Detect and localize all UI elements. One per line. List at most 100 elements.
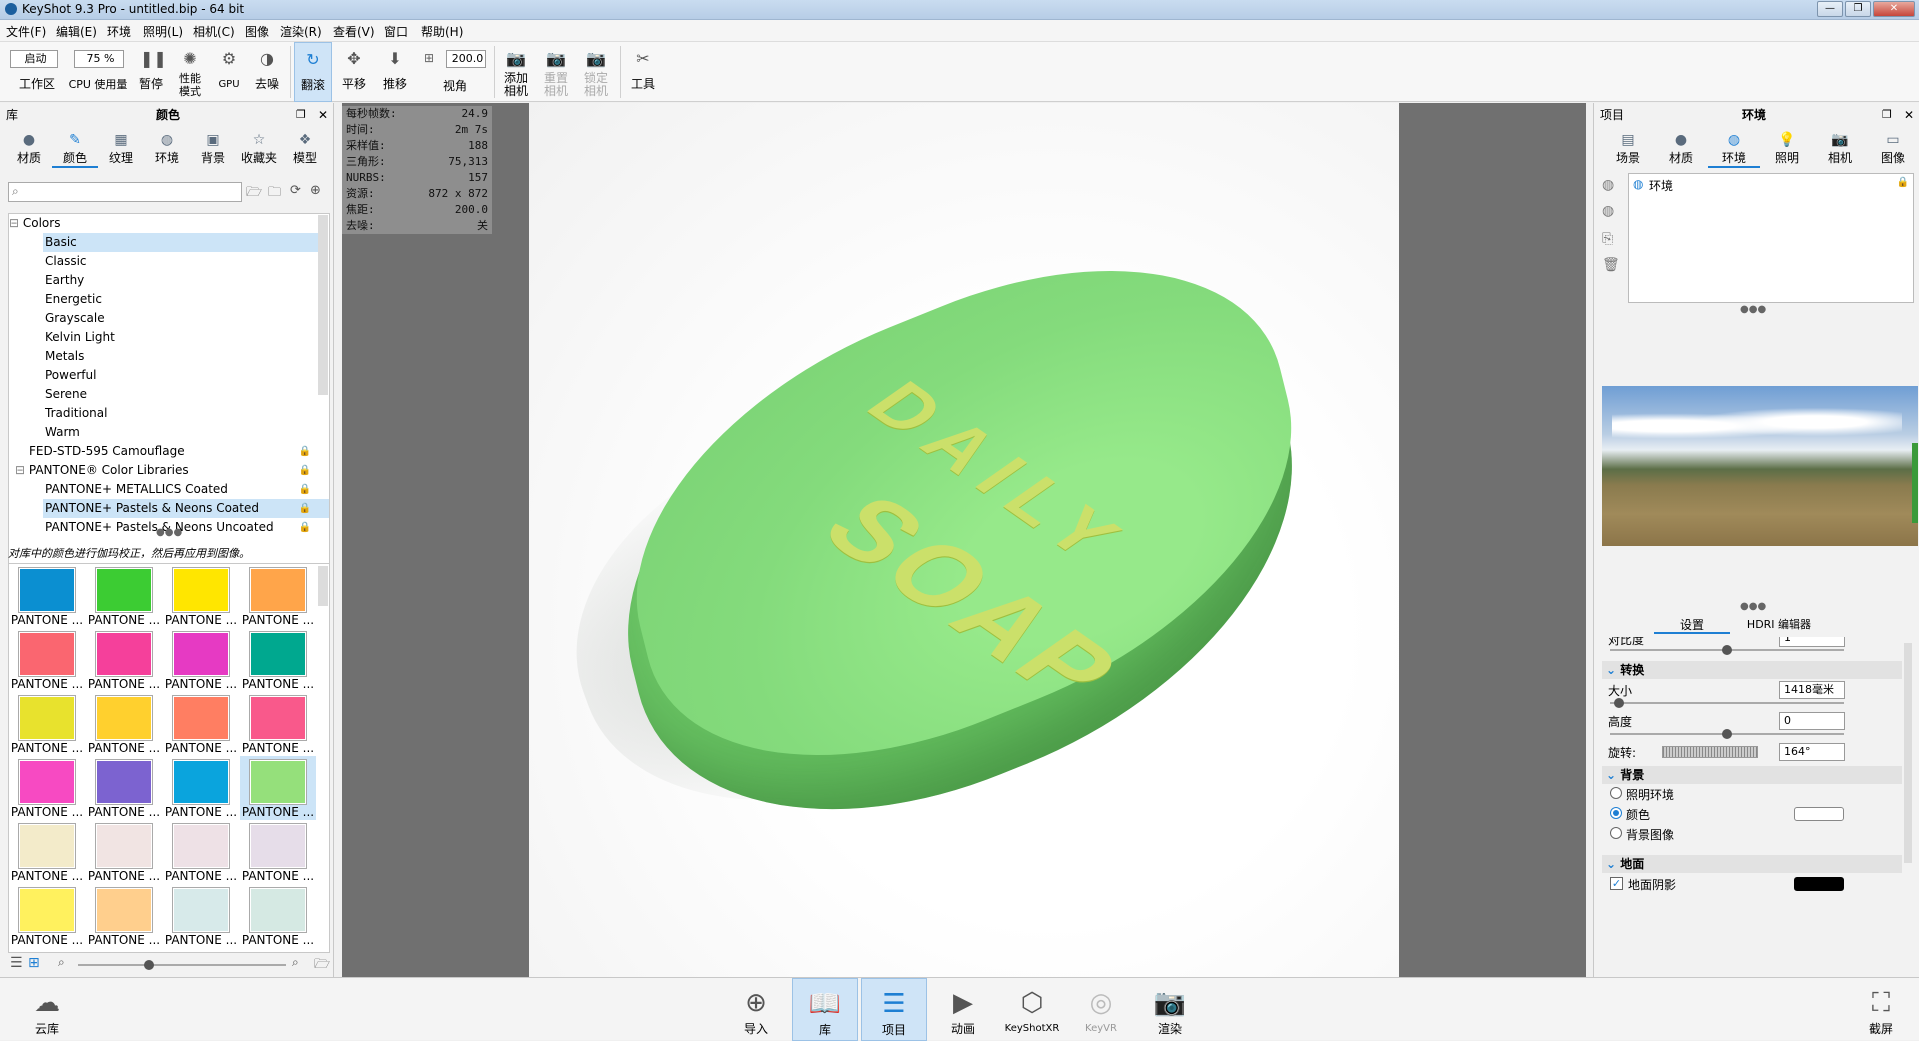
tab-scene[interactable]: ▤ 场景	[1602, 131, 1654, 166]
menu-edit[interactable]: 编辑(E)	[56, 23, 97, 40]
workspace-select[interactable]: 启动	[10, 50, 58, 68]
open-folder-icon[interactable]: 🗁	[246, 183, 262, 205]
ground-shadow-color[interactable]	[1794, 877, 1844, 891]
ground-section[interactable]: ⌄ 地面	[1602, 855, 1902, 873]
tab-camera[interactable]: 📷 相机	[1814, 131, 1866, 166]
tree-item-pantone-pastels-uncoated[interactable]: PANTONE+ Pastels & Neons Uncoated 🔒	[45, 518, 329, 537]
menu-camera[interactable]: 相机(C)	[193, 23, 235, 40]
tree-item-powerful[interactable]: Powerful	[45, 366, 96, 385]
thumbnail-size-slider[interactable]	[78, 964, 286, 966]
background-section[interactable]: ⌄ 背景	[1602, 766, 1902, 784]
splitter-handle[interactable]: ●●●	[1740, 304, 1766, 315]
color-swatch[interactable]	[250, 824, 306, 868]
color-swatch[interactable]	[19, 760, 75, 804]
color-swatch[interactable]	[173, 568, 229, 612]
tree-item-classic[interactable]: Classic	[45, 252, 87, 271]
undock-icon[interactable]: ❐	[296, 106, 306, 124]
tree-item-traditional[interactable]: Traditional	[45, 404, 107, 423]
performance-mode-button[interactable]: ✺ 性能 模式	[172, 42, 208, 102]
add-folder-icon[interactable]: 🗀	[268, 183, 281, 205]
color-swatch[interactable]	[96, 760, 152, 804]
menu-render[interactable]: 渲染(R)	[280, 23, 322, 40]
menu-lighting[interactable]: 照明(L)	[143, 23, 183, 40]
render-canvas[interactable]: DAILY SOAP	[529, 103, 1399, 977]
splitter-handle[interactable]: ●●●	[156, 527, 182, 538]
tree-item-metals[interactable]: Metals	[45, 347, 84, 366]
save-environment-icon[interactable]: ⎘	[1602, 231, 1613, 247]
menu-view[interactable]: 查看(V)	[333, 23, 375, 40]
gpu-button[interactable]: ⚙ GPU	[211, 42, 247, 102]
splitter-handle[interactable]: ●●●	[1740, 601, 1766, 612]
pause-button[interactable]: ❚❚ 暂停	[133, 42, 169, 102]
color-swatch[interactable]	[173, 632, 229, 676]
library-button[interactable]: 📖 库	[792, 978, 858, 1041]
bg-image-radio[interactable]	[1610, 827, 1622, 839]
tab-materials[interactable]: ● 材质	[6, 131, 52, 166]
color-swatch[interactable]	[19, 696, 75, 740]
color-swatch[interactable]	[173, 824, 229, 868]
tree-item-fed-std[interactable]: FED-STD-595 Camouflage 🔒	[29, 442, 329, 461]
add-environment-icon[interactable]: ◍	[1602, 177, 1614, 193]
height-input[interactable]: 0	[1779, 712, 1845, 730]
color-swatch[interactable]	[173, 696, 229, 740]
thumbnail-size-knob[interactable]	[144, 960, 154, 970]
tab-textures[interactable]: ▦ 纹理	[98, 131, 144, 166]
lock-camera-button[interactable]: 📷 锁定 相机	[577, 42, 615, 102]
size-input[interactable]: 1418毫米	[1779, 681, 1845, 699]
bg-color-swatch[interactable]	[1794, 807, 1844, 821]
bg-color-radio[interactable]	[1610, 807, 1622, 819]
denoise-button[interactable]: ◑ 去噪	[249, 42, 285, 102]
refresh-icon[interactable]: ⟳	[290, 183, 301, 198]
cloud-library-button[interactable]: ☁ 云库	[14, 978, 80, 1041]
color-swatch[interactable]	[19, 568, 75, 612]
search-input[interactable]	[27, 184, 239, 200]
color-swatch[interactable]	[96, 888, 152, 932]
color-swatch[interactable]	[250, 632, 306, 676]
render-viewport[interactable]: DAILY SOAP	[342, 103, 1586, 977]
tree-item-earthy[interactable]: Earthy	[45, 271, 84, 290]
menu-help[interactable]: 帮助(H)	[421, 23, 463, 40]
tab-environments[interactable]: ◍ 环境	[144, 131, 190, 166]
rotation-input[interactable]: 164°	[1779, 743, 1845, 761]
tab-lighting[interactable]: 💡 照明	[1761, 131, 1813, 166]
size-slider[interactable]	[1610, 702, 1844, 704]
hdri-editor-subtab[interactable]: HDRI 编辑器	[1734, 616, 1824, 634]
list-view-icon[interactable]: ☰	[10, 955, 23, 971]
tree-scrollbar[interactable]	[318, 215, 328, 395]
color-swatch[interactable]	[96, 696, 152, 740]
tools-button[interactable]: ✂ 工具	[624, 42, 662, 102]
grid-view-icon[interactable]: ⊞	[28, 955, 40, 971]
menu-image[interactable]: 图像	[245, 23, 269, 40]
minimize-button[interactable]: —	[1817, 1, 1843, 17]
color-swatch[interactable]	[173, 760, 229, 804]
add-camera-button[interactable]: 📷 添加 相机	[497, 42, 535, 102]
maximize-button[interactable]: ❐	[1845, 1, 1871, 17]
color-swatch[interactable]	[19, 888, 75, 932]
contrast-input[interactable]: 1	[1779, 637, 1845, 647]
delete-icon[interactable]: 🗑	[1602, 257, 1620, 273]
tree-item-energetic[interactable]: Energetic	[45, 290, 102, 309]
menu-window[interactable]: 窗口	[384, 23, 408, 40]
color-swatch[interactable]	[19, 824, 75, 868]
close-button[interactable]: ✕	[1873, 1, 1915, 17]
project-button[interactable]: ☰ 项目	[861, 978, 927, 1041]
tree-item-colors[interactable]: ⊟ Colors	[9, 214, 329, 233]
ground-shadow-checkbox[interactable]: ✓	[1610, 877, 1623, 890]
tab-image[interactable]: ▭ 图像	[1867, 131, 1919, 166]
hdri-preview[interactable]	[1602, 386, 1918, 546]
color-swatch[interactable]	[250, 568, 306, 612]
rotation-dial[interactable]	[1662, 746, 1758, 758]
close-panel-icon[interactable]: ✕	[318, 106, 328, 124]
tree-item-serene[interactable]: Serene	[45, 385, 87, 404]
color-swatch[interactable]	[19, 632, 75, 676]
tree-item-kelvin-light[interactable]: Kelvin Light	[45, 328, 115, 347]
tab-models[interactable]: ❖ 模型	[282, 131, 328, 166]
tree-item-pantone-metallics[interactable]: PANTONE+ METALLICS Coated 🔒	[45, 480, 329, 499]
import-button[interactable]: ⊕ 导入	[723, 978, 789, 1041]
tab-favorites[interactable]: ☆ 收藏夹	[236, 131, 282, 166]
screenshot-button[interactable]: ⛶ 截屏	[1848, 978, 1914, 1041]
zoom-out-icon[interactable]: ⌕	[58, 955, 65, 970]
settings-scrollbar[interactable]	[1904, 643, 1912, 863]
fov-input[interactable]: 200.0	[446, 50, 486, 68]
folder-icon[interactable]: 🗁	[314, 955, 330, 977]
